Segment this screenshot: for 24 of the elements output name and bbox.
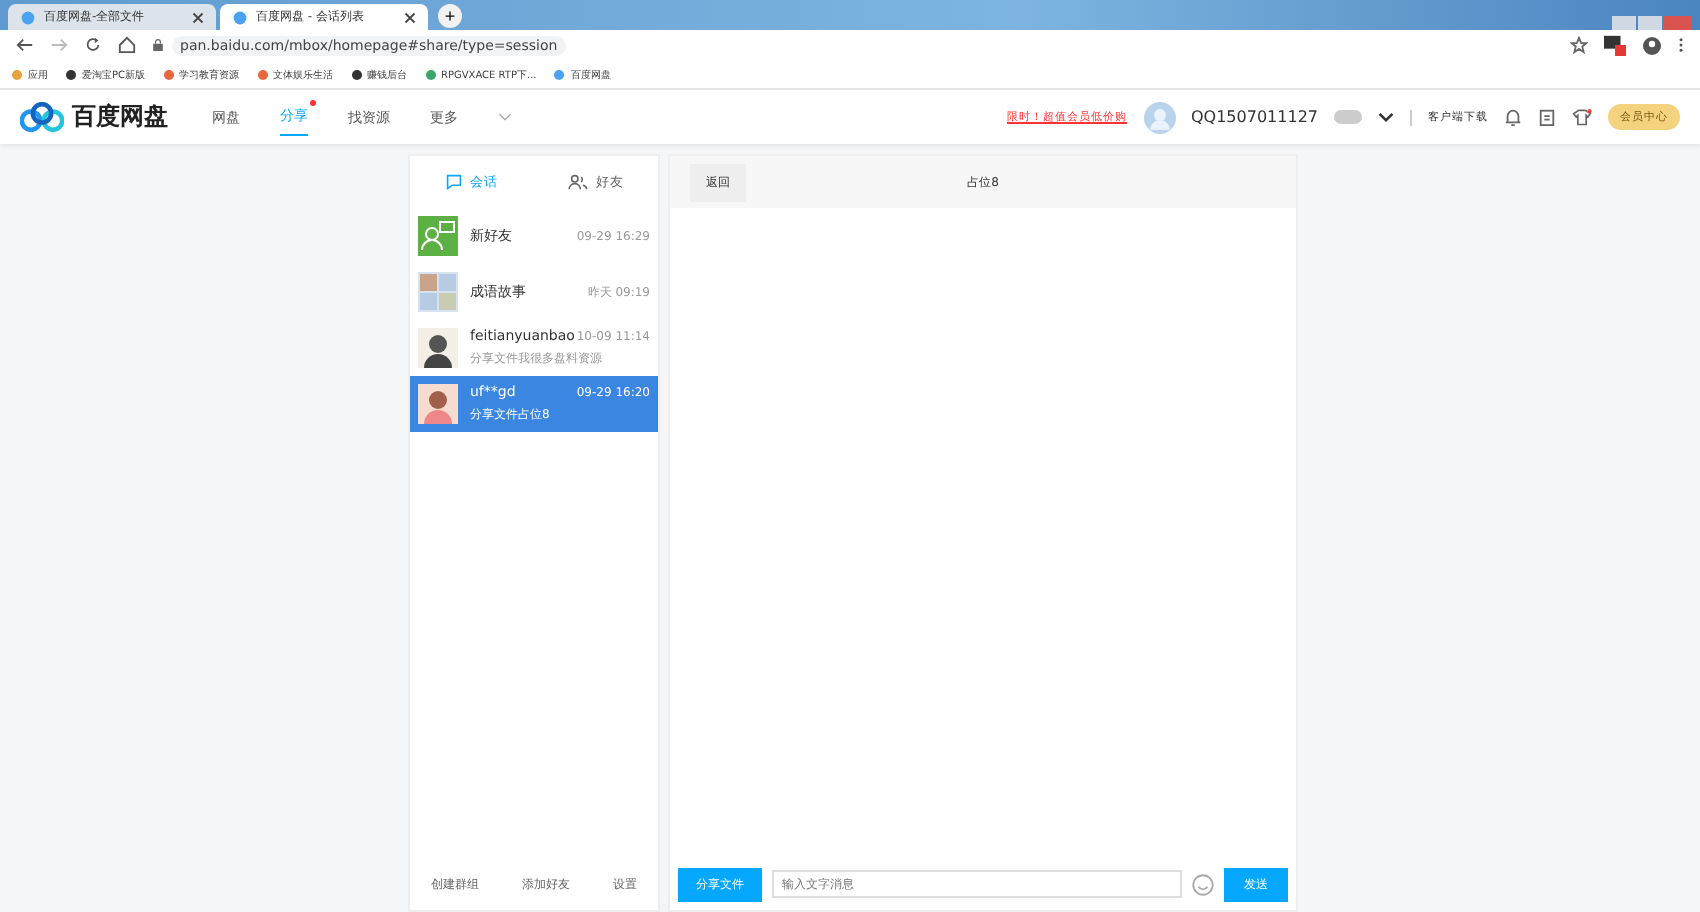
cloud-logo-icon [20, 102, 64, 132]
people-icon [568, 174, 588, 190]
chevron-down-icon[interactable] [1378, 112, 1394, 122]
back-icon[interactable] [16, 36, 34, 54]
new-tab-button[interactable]: + [438, 4, 462, 28]
group-avatar-icon [418, 272, 458, 312]
home-icon[interactable] [118, 36, 136, 54]
star-icon[interactable] [1570, 36, 1588, 54]
reload-icon[interactable] [84, 36, 102, 54]
close-icon[interactable] [404, 11, 416, 23]
menu-icon[interactable] [1678, 36, 1684, 54]
close-icon[interactable] [192, 11, 204, 23]
account-icon[interactable] [1642, 35, 1662, 55]
clipboard-icon[interactable] [1538, 108, 1556, 126]
extension-icon[interactable] [1604, 34, 1626, 56]
lock-icon [152, 38, 164, 52]
shirt-icon[interactable] [1572, 108, 1592, 126]
new-friend-icon [418, 216, 458, 256]
user-avatar-icon [418, 384, 458, 424]
chat-icon [446, 174, 462, 190]
bell-icon[interactable] [1504, 108, 1522, 126]
user-name[interactable]: QQ1507011127 [1191, 108, 1318, 126]
logo-text: 百度网盘 [72, 100, 168, 134]
user-avatar-icon [418, 328, 458, 368]
